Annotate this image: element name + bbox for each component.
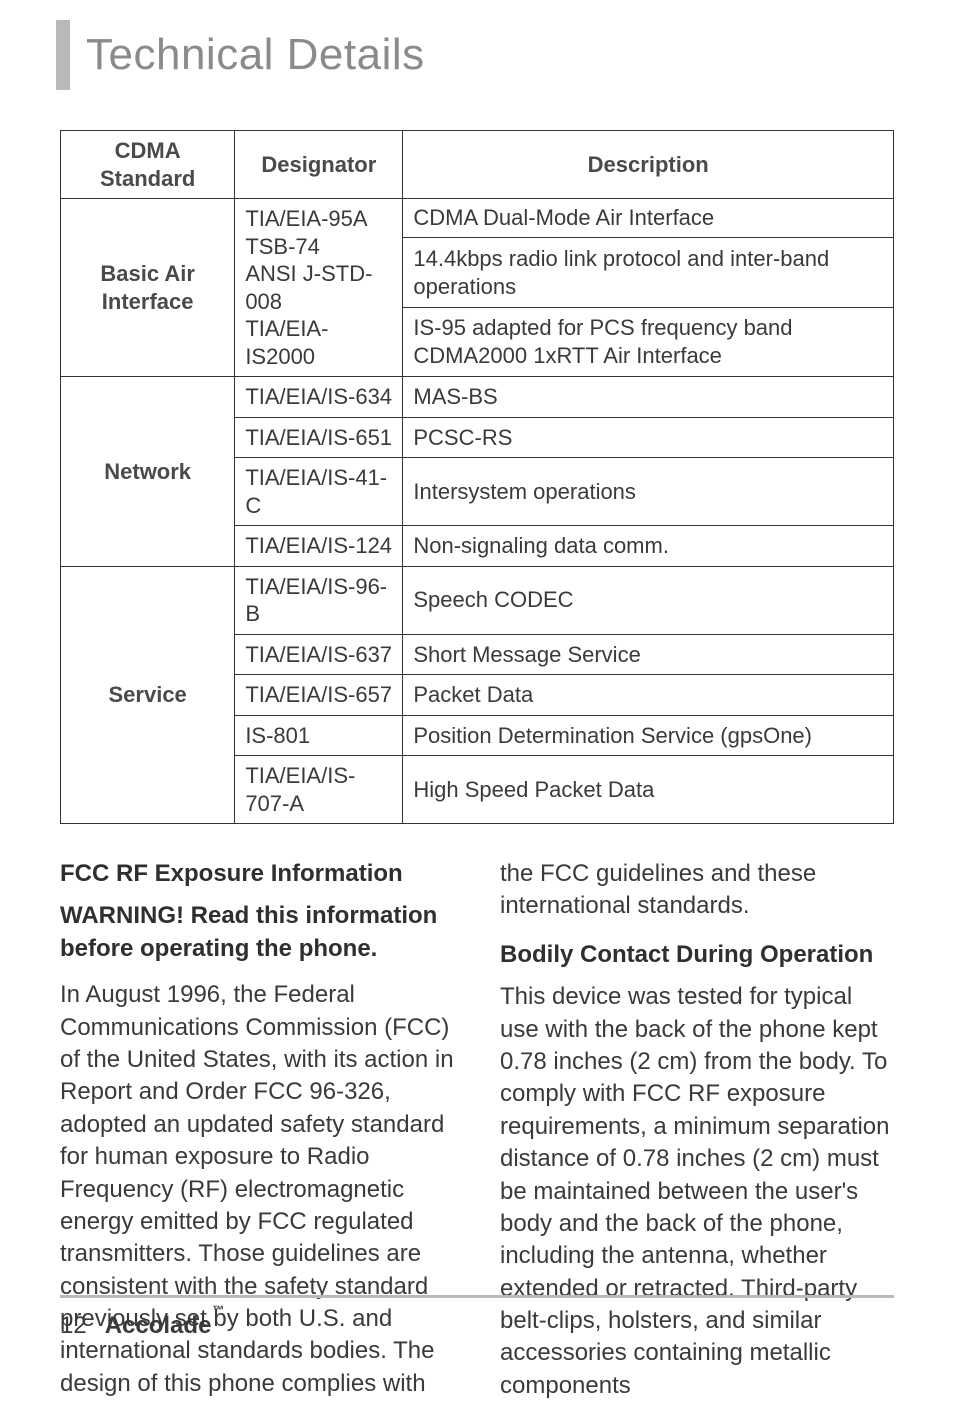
desc-basic-3: IS-95 adapted for PCS frequency band CDM…	[403, 307, 894, 376]
designator-cell: TIA/EIA/IS-634	[235, 377, 403, 418]
fcc-heading: FCC RF Exposure Information	[60, 858, 454, 890]
bodily-contact-heading: Bodily Contact During Operation	[500, 939, 894, 971]
desc-basic-1: CDMA Dual-Mode Air Interface	[403, 199, 894, 238]
designator-cell: IS-801	[235, 715, 403, 756]
group-service: Service	[61, 566, 235, 824]
group-basic-air: Basic Air Interface	[61, 199, 235, 377]
brand-name: Accolade™	[105, 1312, 224, 1340]
trademark-symbol: ™	[212, 1303, 224, 1317]
warning-heading: WARNING! Read this information before op…	[60, 900, 454, 965]
table-row: Network TIA/EIA/IS-634 MAS-BS	[61, 377, 894, 418]
designator-line: ANSI J-STD-008	[245, 260, 392, 315]
desc-basic-2: 14.4kbps radio link protocol and inter-b…	[403, 238, 894, 307]
designator-line: TSB-74	[245, 233, 392, 261]
description-cell: Short Message Service	[403, 634, 894, 675]
section-title: Technical Details	[86, 30, 425, 80]
description-cell: Position Determination Service (gpsOne)	[403, 715, 894, 756]
description-cell: Packet Data	[403, 675, 894, 716]
designator-cell: TIA/EIA/IS-651	[235, 417, 403, 458]
th-description: Description	[403, 131, 894, 199]
section-accent-bar	[56, 20, 70, 90]
designator-cell: TIA/EIA/IS-657	[235, 675, 403, 716]
designator-line: TIA/EIA-IS2000	[245, 315, 392, 370]
description-cell: PCSC-RS	[403, 417, 894, 458]
standards-table-container: CDMA Standard Designator Description Bas…	[60, 130, 894, 824]
table-row: Basic Air Interface TIA/EIA-95A TSB-74 A…	[61, 199, 894, 238]
table-row: Service TIA/EIA/IS-96-B Speech CODEC	[61, 566, 894, 634]
designator-line: TIA/EIA-95A	[245, 205, 392, 233]
group-network: Network	[61, 377, 235, 567]
description-cell: Intersystem operations	[403, 458, 894, 526]
description-cell: Non-signaling data comm.	[403, 526, 894, 567]
th-designator: Designator	[235, 131, 403, 199]
designator-cell: TIA/EIA/IS-41-C	[235, 458, 403, 526]
footer-rule	[60, 1295, 894, 1298]
brand-text: Accolade	[105, 1312, 212, 1339]
designator-cell: TIA/EIA/IS-637	[235, 634, 403, 675]
designator-cell: TIA/EIA/IS-96-B	[235, 566, 403, 634]
description-cell: Speech CODEC	[403, 566, 894, 634]
designator-cell: TIA/EIA/IS-707-A	[235, 756, 403, 824]
standards-table: CDMA Standard Designator Description Bas…	[60, 130, 894, 824]
designator-cell: TIA/EIA/IS-124	[235, 526, 403, 567]
designator-basic-air: TIA/EIA-95A TSB-74 ANSI J-STD-008 TIA/EI…	[235, 199, 403, 377]
description-cell: High Speed Packet Data	[403, 756, 894, 824]
page-footer: 12 Accolade™	[60, 1295, 894, 1340]
page-number: 12	[60, 1312, 87, 1340]
footer-line: 12 Accolade™	[60, 1312, 894, 1340]
th-cdma-standard: CDMA Standard	[61, 131, 235, 199]
description-cell: MAS-BS	[403, 377, 894, 418]
continuation-paragraph: the FCC guidelines and these internation…	[500, 858, 894, 923]
